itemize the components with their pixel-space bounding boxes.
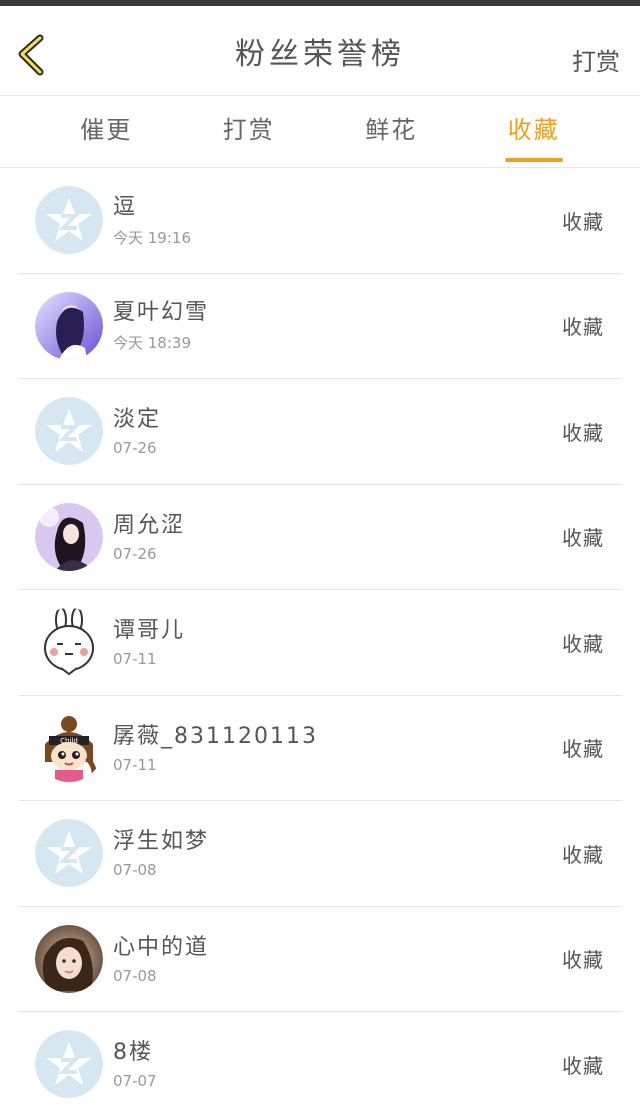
- back-button[interactable]: [12, 32, 56, 76]
- timestamp: 07-08: [113, 966, 157, 985]
- top-nav-bar: 粉丝荣誉榜 打赏: [0, 6, 640, 96]
- user-name: 浮生如梦: [113, 829, 210, 855]
- timestamp: 07-11: [113, 755, 157, 774]
- list-item[interactable]: Child 孱薇_831120113 07-11 收藏: [18, 696, 622, 801]
- avatar[interactable]: [35, 186, 103, 255]
- timestamp: 07-26: [113, 439, 157, 458]
- avatar[interactable]: [35, 397, 103, 466]
- timestamp: 07-26: [113, 544, 157, 563]
- avatar[interactable]: [35, 819, 103, 888]
- list-item[interactable]: 8楼 07-07 收藏: [18, 1012, 622, 1113]
- avatar[interactable]: [35, 1030, 103, 1099]
- timestamp: 07-07: [113, 1072, 157, 1091]
- action-type-label: 收藏: [562, 526, 604, 551]
- tab-favorites[interactable]: 收藏: [463, 96, 606, 168]
- avatar[interactable]: Child: [35, 713, 103, 782]
- user-name: 逗: [113, 194, 138, 220]
- user-name: 谭哥儿: [113, 618, 186, 644]
- user-info: 浮生如梦 07-08: [113, 827, 562, 879]
- user-info: 心中的道 07-08: [113, 933, 562, 985]
- user-info: 孱薇_831120113 07-11: [113, 722, 562, 774]
- user-info: 逗今天 19:16: [113, 193, 562, 248]
- user-name: 夏叶幻雪: [113, 300, 210, 326]
- list-item[interactable]: 周允涩 07-26 收藏: [18, 485, 622, 590]
- action-type-label: 收藏: [562, 737, 604, 762]
- user-info: 淡定 07-26: [113, 405, 562, 457]
- user-name: 孱薇_831120113: [113, 723, 318, 749]
- timestamp: 今天 19:16: [113, 228, 191, 247]
- list-item[interactable]: 淡定 07-26 收藏: [18, 379, 622, 485]
- action-type-label: 收藏: [562, 948, 604, 973]
- avatar[interactable]: [35, 608, 103, 677]
- list-item[interactable]: 逗今天 19:16 收藏: [18, 168, 622, 274]
- page-title: 粉丝荣誉榜: [235, 36, 405, 72]
- user-name: 周允涩: [113, 512, 186, 538]
- fan-list: 逗今天 19:16 收藏 夏叶幻雪 今天 18:39 收藏 淡定 07-26 收藏 周允涩 07-…: [0, 168, 640, 1113]
- avatar[interactable]: [35, 502, 103, 571]
- action-type-label: 收藏: [562, 315, 604, 340]
- action-type-label: 收藏: [562, 842, 604, 867]
- list-item[interactable]: 夏叶幻雪 今天 18:39 收藏: [18, 274, 622, 379]
- avatar[interactable]: [35, 924, 103, 993]
- list-item[interactable]: 心中的道 07-08 收藏: [18, 907, 622, 1012]
- chevron-left-icon: [18, 34, 44, 76]
- tab-urge-update[interactable]: 催更: [35, 96, 178, 168]
- action-type-label: 收藏: [562, 1053, 604, 1078]
- list-item[interactable]: 浮生如梦 07-08 收藏: [18, 801, 622, 907]
- tab-reward[interactable]: 打赏: [178, 96, 321, 168]
- avatar[interactable]: [35, 291, 103, 360]
- action-type-label: 收藏: [562, 631, 604, 656]
- user-info: 夏叶幻雪今天 18:39: [113, 298, 562, 353]
- user-name: 心中的道: [113, 934, 210, 960]
- user-info: 谭哥儿 07-11: [113, 616, 562, 668]
- action-type-label: 收藏: [562, 420, 604, 445]
- user-info: 8楼 07-07: [113, 1038, 562, 1090]
- list-item[interactable]: 谭哥儿 07-11 收藏: [18, 590, 622, 696]
- user-name: 8楼: [113, 1040, 153, 1066]
- tab-bar: 催更 打赏 鲜花 收藏: [0, 96, 640, 168]
- user-info: 周允涩 07-26: [113, 511, 562, 563]
- reward-button[interactable]: 打赏: [572, 42, 620, 77]
- timestamp: 今天 18:39: [113, 334, 191, 353]
- action-type-label: 收藏: [562, 209, 604, 234]
- user-name: 淡定: [113, 407, 162, 433]
- tab-flowers[interactable]: 鲜花: [320, 96, 463, 168]
- timestamp: 07-08: [113, 861, 157, 880]
- timestamp: 07-11: [113, 650, 157, 669]
